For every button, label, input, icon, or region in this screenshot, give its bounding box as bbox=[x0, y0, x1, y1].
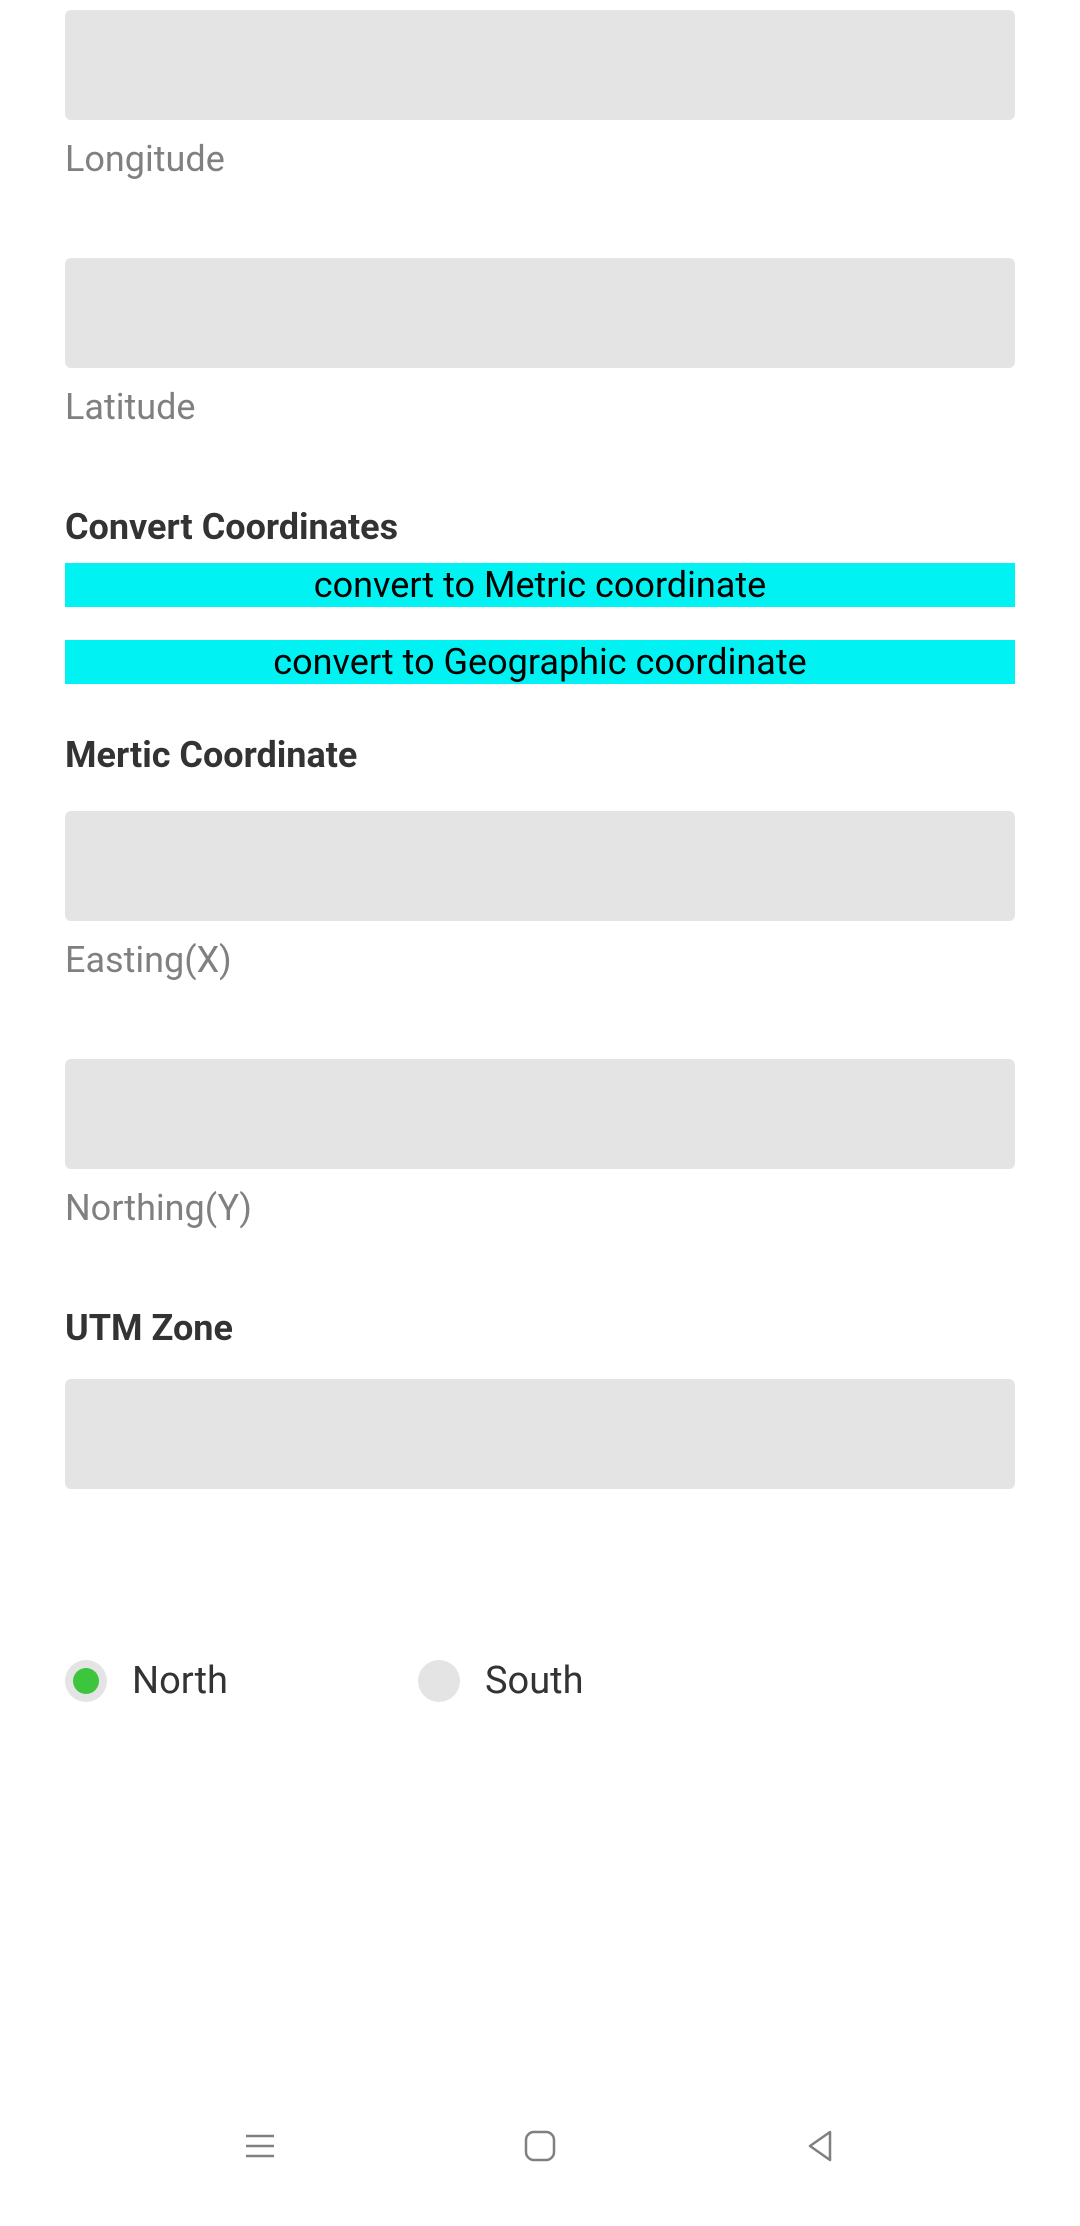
latitude-label: Latitude bbox=[65, 386, 1015, 428]
northing-input[interactable] bbox=[65, 1059, 1015, 1169]
convert-section: Convert Coordinates convert to Metric co… bbox=[65, 506, 1015, 684]
radio-north[interactable]: North bbox=[65, 1659, 228, 1703]
nav-recent-button[interactable] bbox=[240, 2126, 280, 2166]
radio-south-label: South bbox=[485, 1659, 584, 1703]
radio-north-label: North bbox=[132, 1659, 228, 1703]
latitude-input[interactable] bbox=[65, 258, 1015, 368]
utm-zone-input[interactable] bbox=[65, 1379, 1015, 1489]
easting-label: Easting(X) bbox=[65, 939, 1015, 981]
triangle-back-icon bbox=[804, 2128, 836, 2164]
convert-to-metric-button[interactable]: convert to Metric coordinate bbox=[65, 563, 1015, 607]
convert-heading: Convert Coordinates bbox=[65, 506, 1015, 548]
longitude-field-group: Longitude bbox=[65, 10, 1015, 180]
northing-field-group: Northing(Y) bbox=[65, 1059, 1015, 1229]
metric-heading: Mertic Coordinate bbox=[65, 734, 1015, 776]
system-nav-bar bbox=[0, 2126, 1080, 2166]
menu-icon bbox=[242, 2131, 278, 2161]
utm-section: UTM Zone North South bbox=[65, 1307, 1015, 1703]
utm-heading: UTM Zone bbox=[65, 1307, 1015, 1349]
latitude-field-group: Latitude bbox=[65, 258, 1015, 428]
convert-to-geographic-button[interactable]: convert to Geographic coordinate bbox=[65, 640, 1015, 684]
nav-back-button[interactable] bbox=[800, 2126, 840, 2166]
easting-field-group: Easting(X) bbox=[65, 811, 1015, 981]
metric-section: Mertic Coordinate Easting(X) Northing(Y) bbox=[65, 734, 1015, 1229]
square-icon bbox=[523, 2129, 557, 2163]
hemisphere-radio-group: North South bbox=[65, 1659, 1015, 1703]
northing-label: Northing(Y) bbox=[65, 1187, 1015, 1229]
radio-indicator-icon bbox=[418, 1660, 460, 1702]
longitude-input[interactable] bbox=[65, 10, 1015, 120]
main-content: Longitude Latitude Convert Coordinates c… bbox=[0, 0, 1080, 1703]
radio-south[interactable]: South bbox=[418, 1659, 584, 1703]
nav-home-button[interactable] bbox=[520, 2126, 560, 2166]
easting-input[interactable] bbox=[65, 811, 1015, 921]
longitude-label: Longitude bbox=[65, 138, 1015, 180]
radio-indicator-icon bbox=[65, 1660, 107, 1702]
